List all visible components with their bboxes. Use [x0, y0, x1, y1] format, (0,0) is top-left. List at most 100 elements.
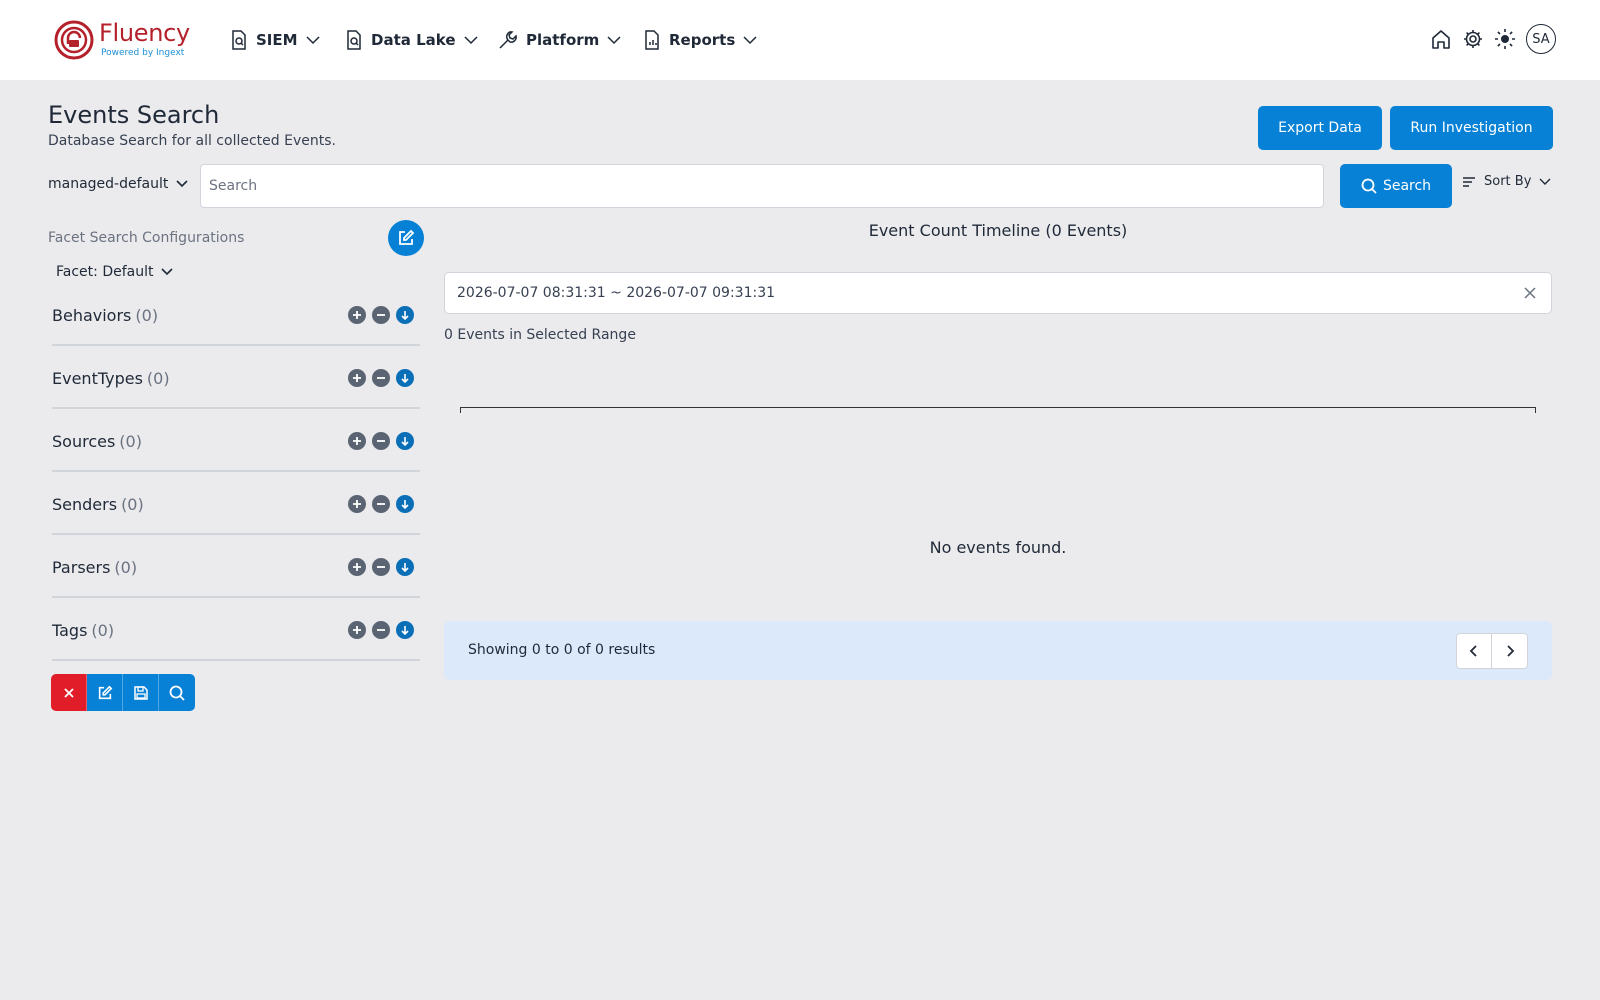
gear-icon[interactable] [1462, 28, 1484, 50]
search-document-icon [232, 30, 246, 50]
brand-tagline: Powered by Ingext [101, 48, 185, 58]
facet-name: Parsers (0) [52, 558, 137, 577]
search-button-label: Search [1382, 178, 1432, 194]
plus-icon[interactable] [348, 558, 366, 576]
arrow-down-icon[interactable] [396, 369, 414, 387]
facet-row-eventtypes[interactable]: EventTypes (0) [52, 359, 420, 409]
arrow-down-icon[interactable] [396, 621, 414, 639]
brand-name: Fluency [99, 19, 190, 47]
fluency-logo[interactable]: Fluency Powered by Ingext [53, 19, 203, 63]
facet-label: EventTypes [52, 369, 143, 388]
next-page-button[interactable] [1492, 634, 1527, 668]
nav-reports-label: Reports [669, 31, 736, 49]
chevron-down-icon [1539, 178, 1551, 185]
plus-icon[interactable] [348, 306, 366, 324]
facet-row-senders[interactable]: Senders (0) [52, 485, 420, 535]
timeline-axis [460, 407, 1536, 413]
facet-controls [348, 369, 414, 387]
minus-icon[interactable] [372, 558, 390, 576]
minus-icon[interactable] [372, 369, 390, 387]
plus-icon[interactable] [348, 369, 366, 387]
facet-controls [348, 621, 414, 639]
top-navbar: Fluency Powered by Ingext SIEM Data Lake… [0, 0, 1600, 80]
close-icon[interactable] [1523, 286, 1537, 300]
plus-icon[interactable] [348, 432, 366, 450]
pagination-bar: Showing 0 to 0 of 0 results [444, 621, 1552, 680]
facet-config-label: Facet Search Configurations [48, 230, 245, 246]
nav-data-lake-label: Data Lake [371, 31, 456, 49]
search-document-icon [347, 30, 361, 50]
chevron-right-icon [1506, 645, 1514, 657]
chevron-down-icon [176, 180, 188, 188]
export-data-button[interactable]: Export Data [1258, 106, 1382, 150]
sort-lines-icon [1463, 176, 1475, 187]
facet-edit-button[interactable] [388, 220, 424, 256]
timeline-title: Event Count Timeline (0 Events) [868, 221, 1128, 240]
page-subtitle: Database Search for all collected Events… [48, 133, 336, 149]
minus-icon[interactable] [372, 621, 390, 639]
top-icons: SA [1430, 24, 1556, 54]
minus-icon[interactable] [372, 432, 390, 450]
arrow-down-icon[interactable] [396, 495, 414, 513]
search-input[interactable] [200, 164, 1324, 208]
save-icon [133, 685, 148, 700]
clear-facets-button[interactable] [51, 674, 87, 711]
arrow-down-icon[interactable] [396, 306, 414, 324]
arrow-down-icon[interactable] [396, 432, 414, 450]
pagination-summary: Showing 0 to 0 of 0 results [468, 642, 656, 658]
nav-data-lake[interactable]: Data Lake [345, 27, 478, 53]
nav-siem[interactable]: SIEM [230, 27, 320, 53]
time-range-value: 2026-07-07 08:31:31 ~ 2026-07-07 09:31:3… [457, 285, 776, 301]
facet-controls [348, 495, 414, 513]
fluency-logo-icon [54, 20, 94, 60]
dataset-select-value: managed-default [48, 176, 169, 192]
search-button[interactable]: Search [1340, 164, 1452, 208]
facet-count: (0) [114, 558, 138, 577]
wrench-icon [499, 31, 517, 49]
search-icon [1361, 178, 1377, 194]
sort-by-dropdown[interactable]: Sort By [1462, 174, 1551, 189]
facet-row-tags[interactable]: Tags (0) [52, 611, 420, 661]
sun-icon[interactable] [1494, 28, 1516, 50]
avatar[interactable]: SA [1526, 24, 1556, 54]
chevron-down-icon [607, 36, 621, 45]
time-range-field[interactable]: 2026-07-07 08:31:31 ~ 2026-07-07 09:31:3… [444, 272, 1552, 314]
facet-row-parsers[interactable]: Parsers (0) [52, 548, 420, 598]
run-investigation-button[interactable]: Run Investigation [1390, 106, 1553, 150]
facet-name: Sources (0) [52, 432, 142, 451]
facet-label: Sources [52, 432, 116, 451]
facet-select-value: Facet: Default [56, 264, 154, 280]
save-facets-button[interactable] [123, 674, 159, 711]
previous-page-button[interactable] [1457, 634, 1492, 668]
chevron-left-icon [1469, 645, 1477, 657]
facet-label: Senders [52, 495, 118, 514]
plus-icon[interactable] [348, 621, 366, 639]
home-icon[interactable] [1430, 28, 1452, 50]
chevron-down-icon [306, 36, 320, 45]
facet-count: (0) [91, 621, 115, 640]
edit-facets-button[interactable] [87, 674, 123, 711]
plus-icon[interactable] [348, 495, 366, 513]
search-icon [169, 685, 185, 701]
arrow-down-icon[interactable] [396, 558, 414, 576]
events-range-summary: 0 Events in Selected Range [444, 327, 636, 343]
facet-count: (0) [121, 495, 144, 514]
nav-platform[interactable]: Platform [498, 27, 621, 53]
search-facets-button[interactable] [159, 674, 195, 711]
nav-platform-label: Platform [526, 31, 600, 49]
facet-select[interactable]: Facet: Default [56, 264, 174, 280]
facet-row-behaviors[interactable]: Behaviors (0) [52, 296, 420, 346]
facet-controls [348, 558, 414, 576]
report-icon [645, 30, 659, 50]
pagination-buttons [1456, 633, 1528, 669]
facet-count: (0) [119, 432, 142, 451]
minus-icon[interactable] [372, 495, 390, 513]
dataset-select[interactable]: managed-default [48, 176, 188, 192]
nav-reports[interactable]: Reports [643, 27, 757, 53]
facet-label: Behaviors [52, 306, 132, 325]
facet-row-sources[interactable]: Sources (0) [52, 422, 420, 472]
chevron-down-icon [743, 36, 757, 45]
minus-icon[interactable] [372, 306, 390, 324]
facet-name: EventTypes (0) [52, 369, 170, 388]
page-title: Events Search [48, 101, 220, 129]
